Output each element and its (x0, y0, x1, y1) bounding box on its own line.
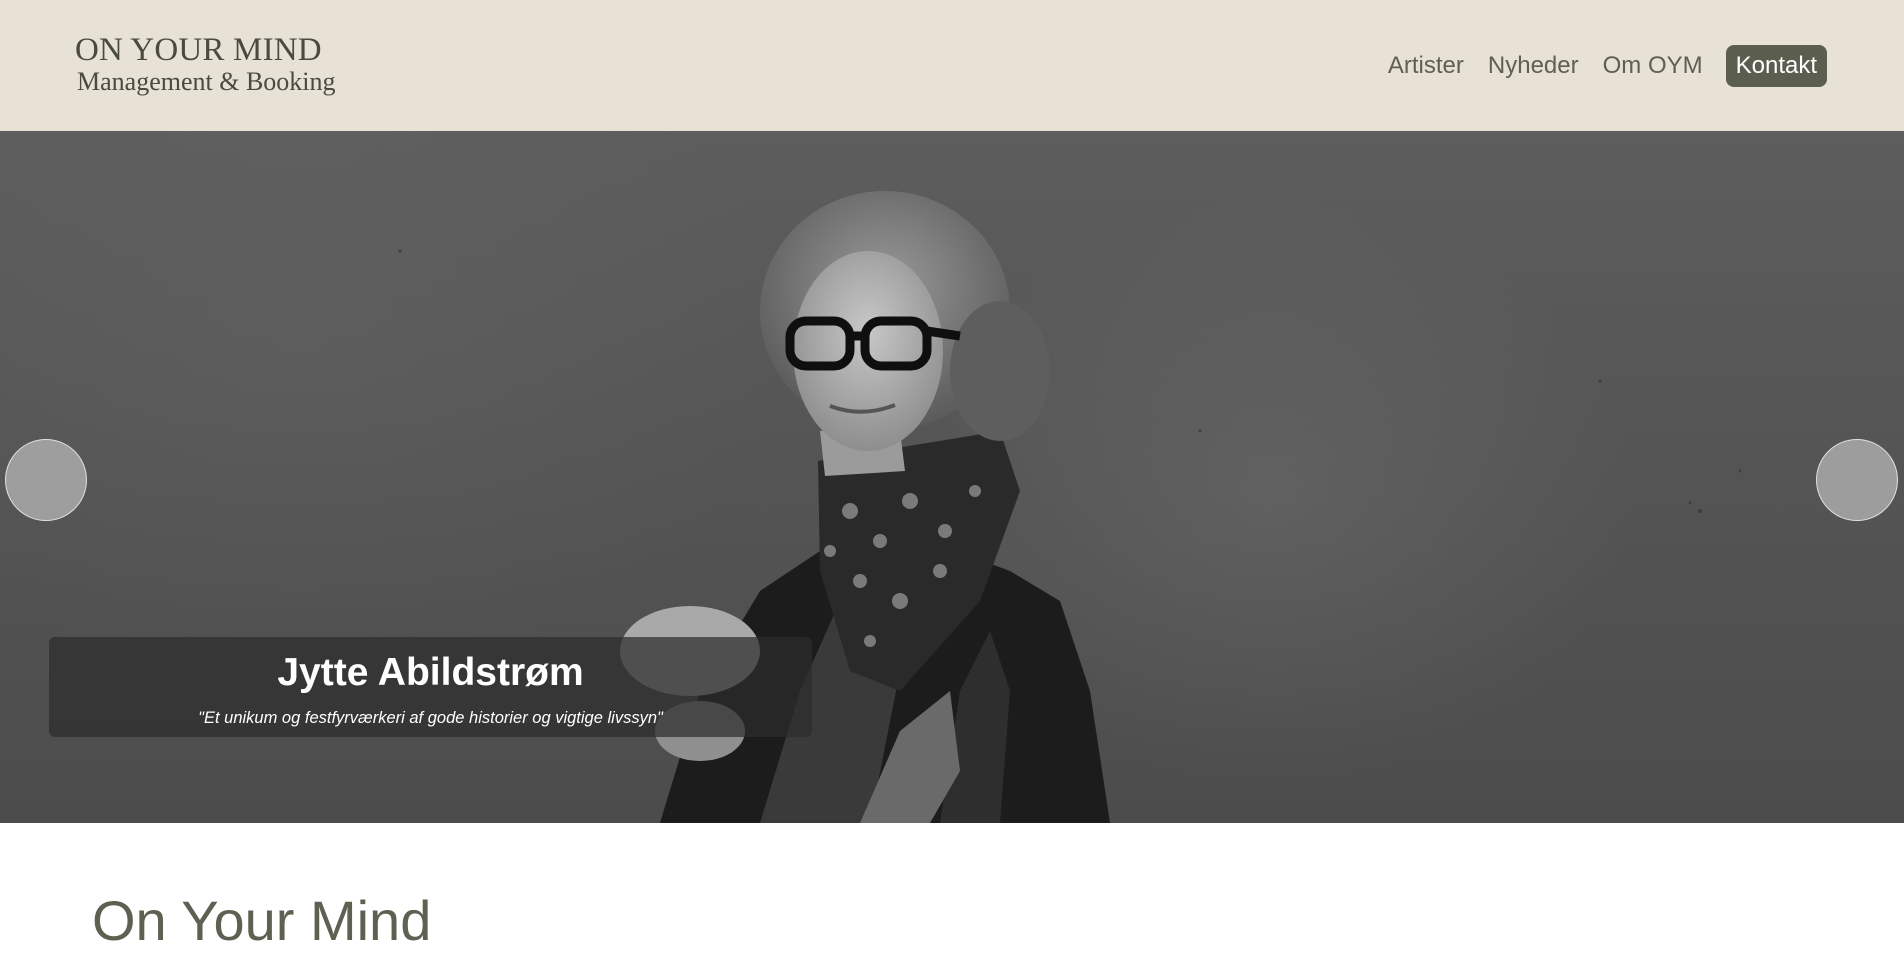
slider-next-button[interactable] (1816, 439, 1898, 521)
nav-link-kontakt[interactable]: Kontakt (1725, 45, 1827, 87)
nav-link-nyheder[interactable]: Nyheder (1476, 45, 1591, 87)
main-nav: Artister Nyheder Om OYM Kontakt (1376, 45, 1827, 87)
logo[interactable]: ON YOUR MIND Management & Booking (75, 34, 336, 95)
hero-slider: Jytte Abildstrøm "Et unikum og festfyrvæ… (0, 131, 1904, 823)
slide-caption: Jytte Abildstrøm "Et unikum og festfyrvæ… (49, 637, 812, 737)
nav-link-om-oym[interactable]: Om OYM (1591, 45, 1715, 87)
slide-quote: "Et unikum og festfyrværkeri af gode his… (198, 709, 663, 727)
site-header: ON YOUR MIND Management & Booking Artist… (0, 0, 1904, 131)
section-title: On Your Mind (92, 889, 432, 952)
logo-title: ON YOUR MIND (75, 32, 322, 68)
logo-subtitle: Management & Booking (77, 67, 336, 96)
slider-prev-button[interactable] (5, 439, 87, 521)
nav-link-artister[interactable]: Artister (1376, 45, 1476, 87)
slide-title: Jytte Abildstrøm (277, 651, 584, 694)
